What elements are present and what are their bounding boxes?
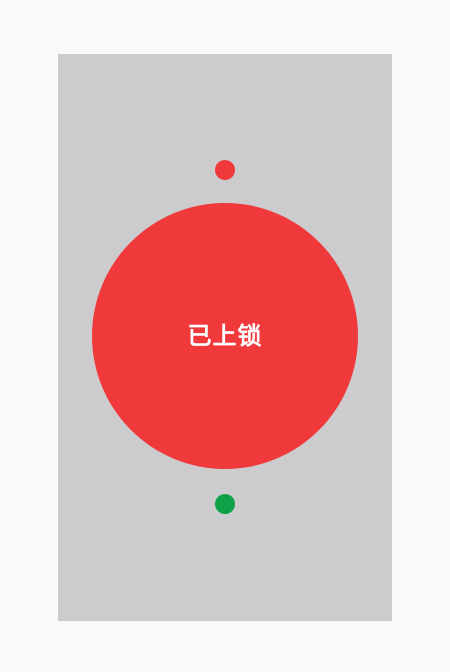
bottom-status-dot (215, 494, 235, 514)
lock-toggle-button[interactable]: 已上锁 (92, 203, 358, 469)
lock-status-label: 已上锁 (187, 322, 263, 350)
top-status-dot (215, 160, 235, 180)
page: 已上锁 (0, 0, 450, 672)
lock-panel: 已上锁 (58, 54, 392, 621)
